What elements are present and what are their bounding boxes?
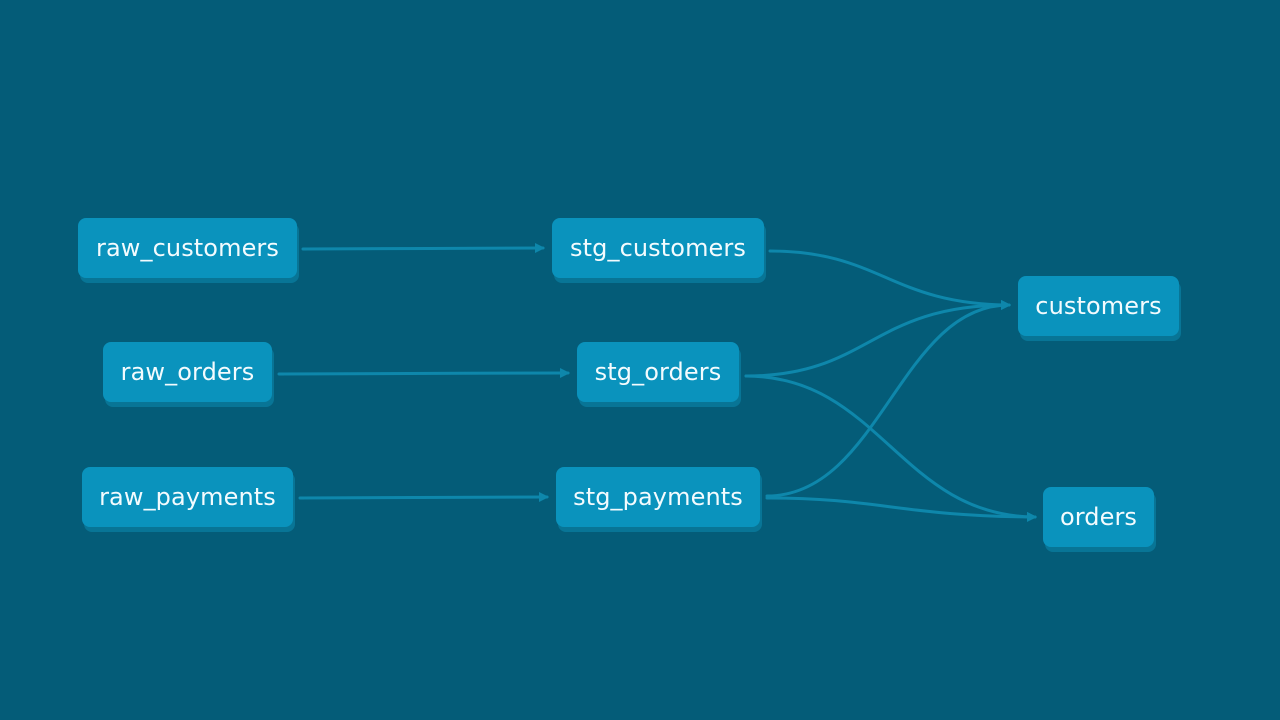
node-label: raw_orders: [120, 358, 255, 386]
node-label: raw_payments: [99, 483, 276, 511]
edge-raw-customers-to-stg-customers: [301, 243, 545, 254]
node-orders[interactable]: orders: [1043, 487, 1154, 547]
node-stg-orders[interactable]: stg_orders: [577, 342, 739, 402]
node-label: orders: [1059, 503, 1138, 531]
node-raw-customers[interactable]: raw_customers: [78, 218, 297, 278]
edge-raw-orders-to-stg-orders: [277, 368, 570, 379]
node-label: raw_customers: [95, 234, 280, 262]
node-label: stg_payments: [573, 483, 743, 511]
node-raw-payments[interactable]: raw_payments: [82, 467, 293, 527]
lineage-graph: raw_customers raw_orders raw_payments st…: [0, 0, 1280, 720]
node-stg-payments[interactable]: stg_payments: [556, 467, 760, 527]
node-stg-customers[interactable]: stg_customers: [552, 218, 764, 278]
node-label: stg_customers: [570, 234, 746, 262]
node-label: customers: [1035, 292, 1162, 320]
edge-raw-payments-to-stg-payments: [298, 492, 549, 503]
node-customers[interactable]: customers: [1018, 276, 1179, 336]
edge-stg-customers-to-customers: [768, 249, 1011, 310]
node-raw-orders[interactable]: raw_orders: [103, 342, 272, 402]
edge-stg-payments-to-orders: [765, 496, 1037, 522]
node-label: stg_orders: [594, 358, 722, 386]
